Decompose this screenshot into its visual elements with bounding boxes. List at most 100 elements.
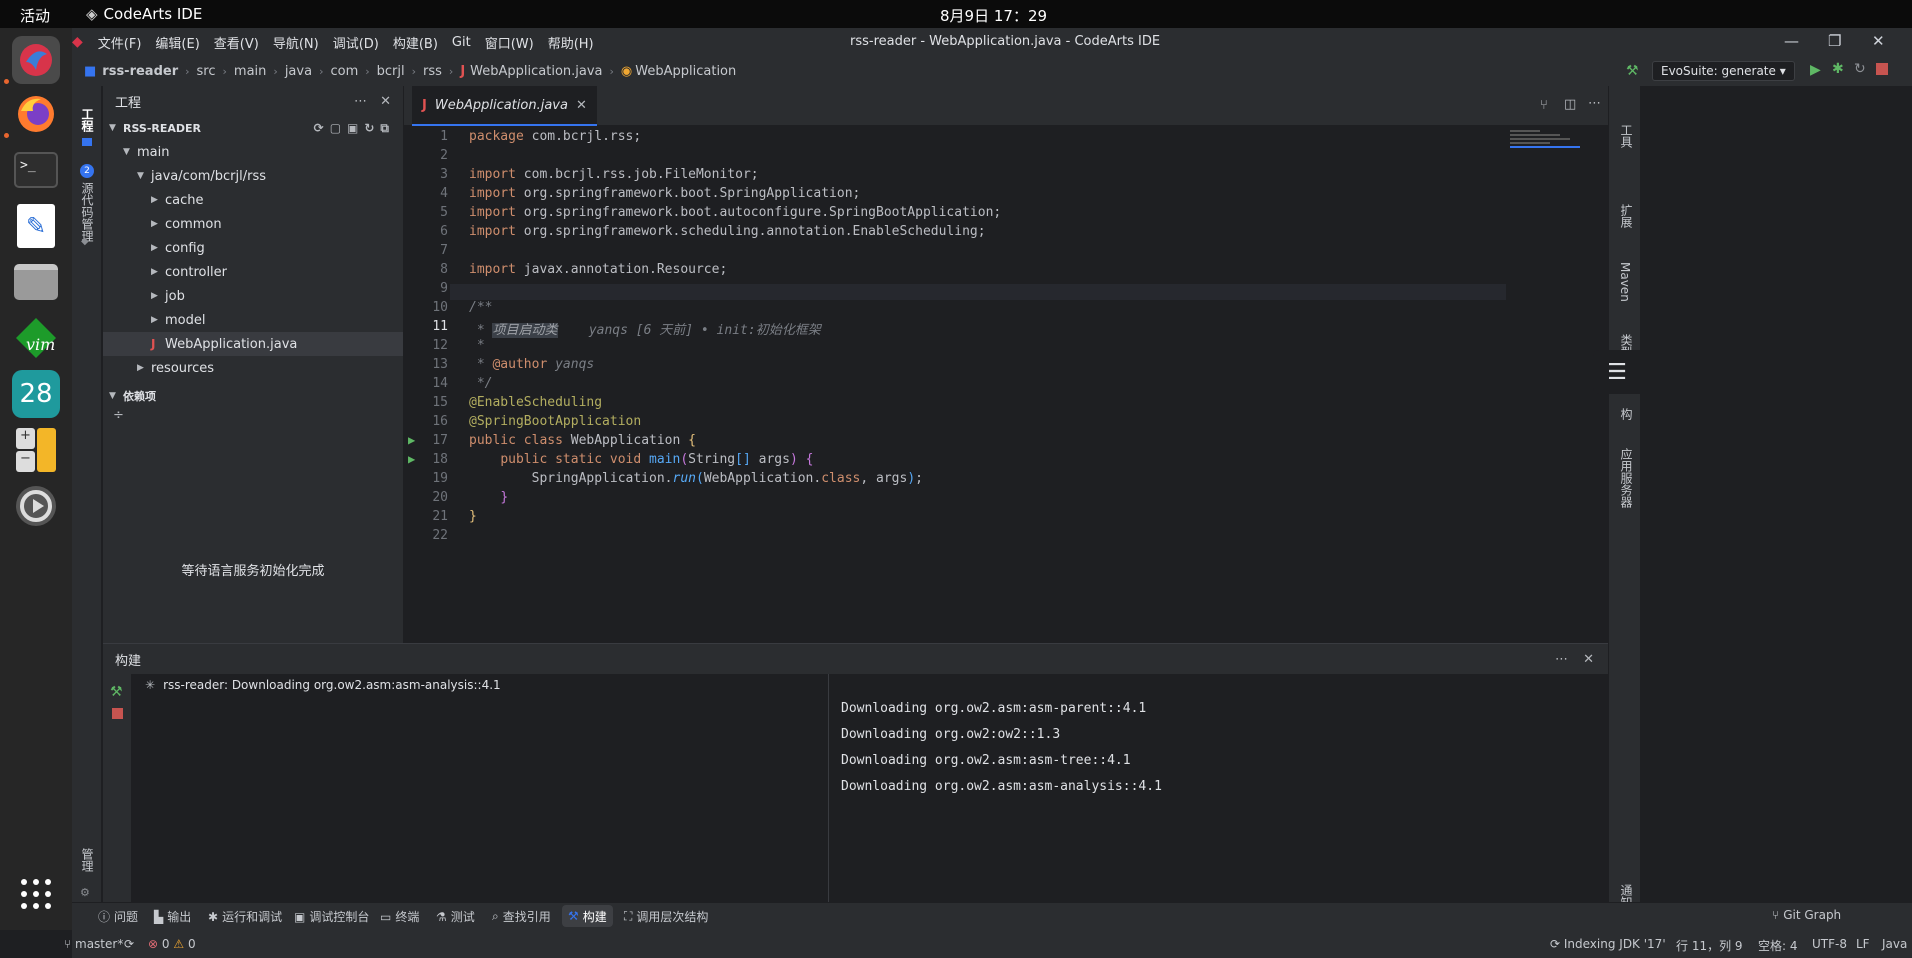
firefox-icon[interactable] — [12, 90, 60, 138]
language-mode[interactable]: Java — [1882, 937, 1907, 951]
sync-icon[interactable]: ⟳ — [124, 937, 134, 951]
close-panel-icon[interactable]: ✕ — [380, 94, 391, 109]
tab-debug-console[interactable]: ▣ 调试控制台 — [294, 908, 369, 925]
stop-icon[interactable] — [1876, 63, 1888, 75]
tree-item[interactable]: ▶ common — [103, 212, 403, 236]
tab-problems[interactable]: ⓘ 问题 — [98, 908, 138, 925]
crumb-rss[interactable]: rss — [423, 64, 442, 79]
build-more-icon[interactable]: ⋯ — [1555, 652, 1568, 667]
run-gutter-icon[interactable]: ▶ — [408, 452, 415, 466]
build-output[interactable]: Downloading org.ow2.asm:asm-parent::4.1 … — [841, 674, 1601, 903]
maximize-icon[interactable]: ❐ — [1828, 32, 1841, 50]
indentation[interactable]: 空格: 4 — [1758, 937, 1798, 954]
menu-view[interactable]: 查看(V) — [207, 33, 266, 52]
rerun-icon[interactable]: ↻ — [1854, 61, 1866, 77]
split-editor-icon[interactable]: ◫ — [1564, 97, 1576, 112]
maven-tab[interactable]: Maven — [1618, 262, 1632, 302]
tab-call-hierarchy[interactable]: ⛶ 调用层次结构 — [624, 908, 708, 925]
tab-test[interactable]: ⚗ 测试 — [436, 908, 475, 925]
terminal-icon[interactable]: >_ — [12, 146, 60, 194]
crumb-src[interactable]: src — [197, 64, 216, 79]
stop-build-icon[interactable] — [112, 708, 123, 719]
tree-item[interactable]: ▶ controller — [103, 260, 403, 284]
indexing-status[interactable]: ⟳ Indexing JDK '17' — [1550, 937, 1666, 951]
menu-file[interactable]: 文件(F) — [91, 33, 149, 52]
run-gutter-icon[interactable]: ▶ — [408, 433, 415, 447]
manage-tool-tab[interactable]: 管理 — [79, 848, 96, 872]
tab-build[interactable]: ⚒ 构建 — [562, 905, 613, 927]
activities-button[interactable]: 活动 — [20, 5, 50, 26]
show-apps-icon[interactable] — [12, 870, 60, 918]
tree-item[interactable]: ▼ java/com/bcrjl/rss — [103, 164, 403, 188]
line-ending[interactable]: LF — [1856, 937, 1870, 951]
settings-icon[interactable] — [12, 482, 60, 530]
branch-status[interactable]: ⑂ master* — [64, 937, 123, 951]
project-root-row[interactable]: ▼ RSS-READER ⟳▢▣↻⧉ — [103, 116, 403, 140]
app-server-tab[interactable]: 应用服务器 — [1618, 448, 1635, 508]
problems-status[interactable]: ⊗ 0 ⚠ 0 — [148, 937, 196, 951]
text-editor-icon[interactable]: ✎ — [12, 202, 60, 250]
close-build-icon[interactable]: ✕ — [1583, 652, 1594, 667]
menu-build[interactable]: 构建(B) — [386, 33, 445, 52]
gear-icon[interactable]: ⚙ — [80, 886, 90, 899]
collapse-icon[interactable]: ÷ — [103, 408, 403, 423]
tab-webapplication[interactable]: J WebApplication.java ✕ — [412, 86, 597, 126]
tree-item[interactable]: ▶ resources — [103, 356, 403, 380]
tree-item[interactable]: ▶ cache — [103, 188, 403, 212]
tree-item[interactable]: ▶ config — [103, 236, 403, 260]
crumb-class[interactable]: WebApplication — [635, 64, 736, 79]
tab-output[interactable]: ▙ 输出 — [154, 908, 191, 925]
tab-run-debug[interactable]: ✱ 运行和调试 — [208, 908, 282, 925]
debug-icon[interactable]: ✱ — [1832, 61, 1844, 77]
app-menu[interactable]: ◈ CodeArts IDE — [86, 5, 202, 23]
cursor-position[interactable]: 行 11，列 9 — [1676, 937, 1743, 954]
minimap[interactable] — [1510, 128, 1590, 168]
menu-navigate[interactable]: 导航(N) — [266, 33, 326, 52]
dependencies-section[interactable]: ▼ 依赖项 — [103, 384, 403, 408]
files-icon[interactable] — [12, 258, 60, 306]
outline-icon[interactable]: ☰ — [1593, 350, 1641, 394]
scm-tool-tab[interactable]: 源代码管理 — [79, 182, 96, 242]
calendar-icon[interactable]: 28 — [12, 370, 60, 418]
branch-icon[interactable]: ⑂ — [1540, 98, 1548, 113]
crumb-file[interactable]: WebApplication.java — [470, 64, 602, 79]
menu-git[interactable]: Git — [445, 35, 478, 50]
clock[interactable]: 8月9日 17：29 — [940, 5, 1047, 26]
editor-more-icon[interactable]: ⋯ — [1588, 96, 1601, 111]
minimize-icon[interactable]: — — [1784, 32, 1799, 50]
tab-terminal[interactable]: ▭ 终端 — [380, 908, 419, 925]
crumb-main[interactable]: main — [234, 64, 266, 79]
run-config-select[interactable]: EvoSuite: generate ▾ — [1652, 61, 1795, 81]
git-graph-button[interactable]: ⑂ Git Graph — [1772, 908, 1841, 922]
crumb-com[interactable]: com — [330, 64, 358, 79]
tree-item[interactable]: J WebApplication.java — [103, 332, 403, 356]
build-task-row[interactable]: ✳ rss-reader: Downloading org.ow2.asm:as… — [131, 674, 828, 692]
build-hammer-icon[interactable]: ⚒ — [1626, 63, 1639, 79]
crumb-project[interactable]: rss-reader — [102, 64, 178, 79]
tree-item[interactable]: ▶ job — [103, 284, 403, 308]
vim-icon[interactable]: vim — [12, 314, 60, 362]
run-icon[interactable]: ▶ — [1810, 62, 1821, 78]
calculator-icon[interactable]: + − — [12, 426, 60, 474]
tab-find-references[interactable]: ⌕ 查找引用 — [492, 908, 551, 925]
build-hammer-icon[interactable]: ⚒ — [110, 684, 123, 700]
crumb-java[interactable]: java — [285, 64, 312, 79]
more-icon[interactable]: ⋯ — [354, 94, 367, 109]
encoding[interactable]: UTF-8 — [1812, 937, 1847, 951]
code-editor[interactable]: 1 2 3 4 5 6 7 8 9 10 11 12 13 14 15 16 1… — [404, 126, 1608, 642]
menu-debug[interactable]: 调试(D) — [326, 33, 386, 52]
project-actions-icons[interactable]: ⟳▢▣↻⧉ — [314, 121, 395, 136]
codearts-icon[interactable] — [12, 36, 60, 84]
close-window-icon[interactable]: ✕ — [1872, 32, 1885, 50]
menu-window[interactable]: 窗口(W) — [478, 33, 541, 52]
tools-tab[interactable]: 工具 — [1618, 124, 1635, 148]
extensions-tab[interactable]: 扩展 — [1618, 204, 1635, 228]
tree-item[interactable]: ▼ main — [103, 140, 403, 164]
close-tab-icon[interactable]: ✕ — [576, 98, 587, 113]
project-tool-tab[interactable]: 工程 — [79, 108, 96, 132]
crumb-bcrjl[interactable]: bcrjl — [377, 64, 405, 79]
structure-tab[interactable]: 构 — [1618, 408, 1635, 420]
menu-help[interactable]: 帮助(H) — [541, 33, 601, 52]
tree-item[interactable]: ▶ model — [103, 308, 403, 332]
menu-edit[interactable]: 编辑(E) — [148, 33, 206, 52]
